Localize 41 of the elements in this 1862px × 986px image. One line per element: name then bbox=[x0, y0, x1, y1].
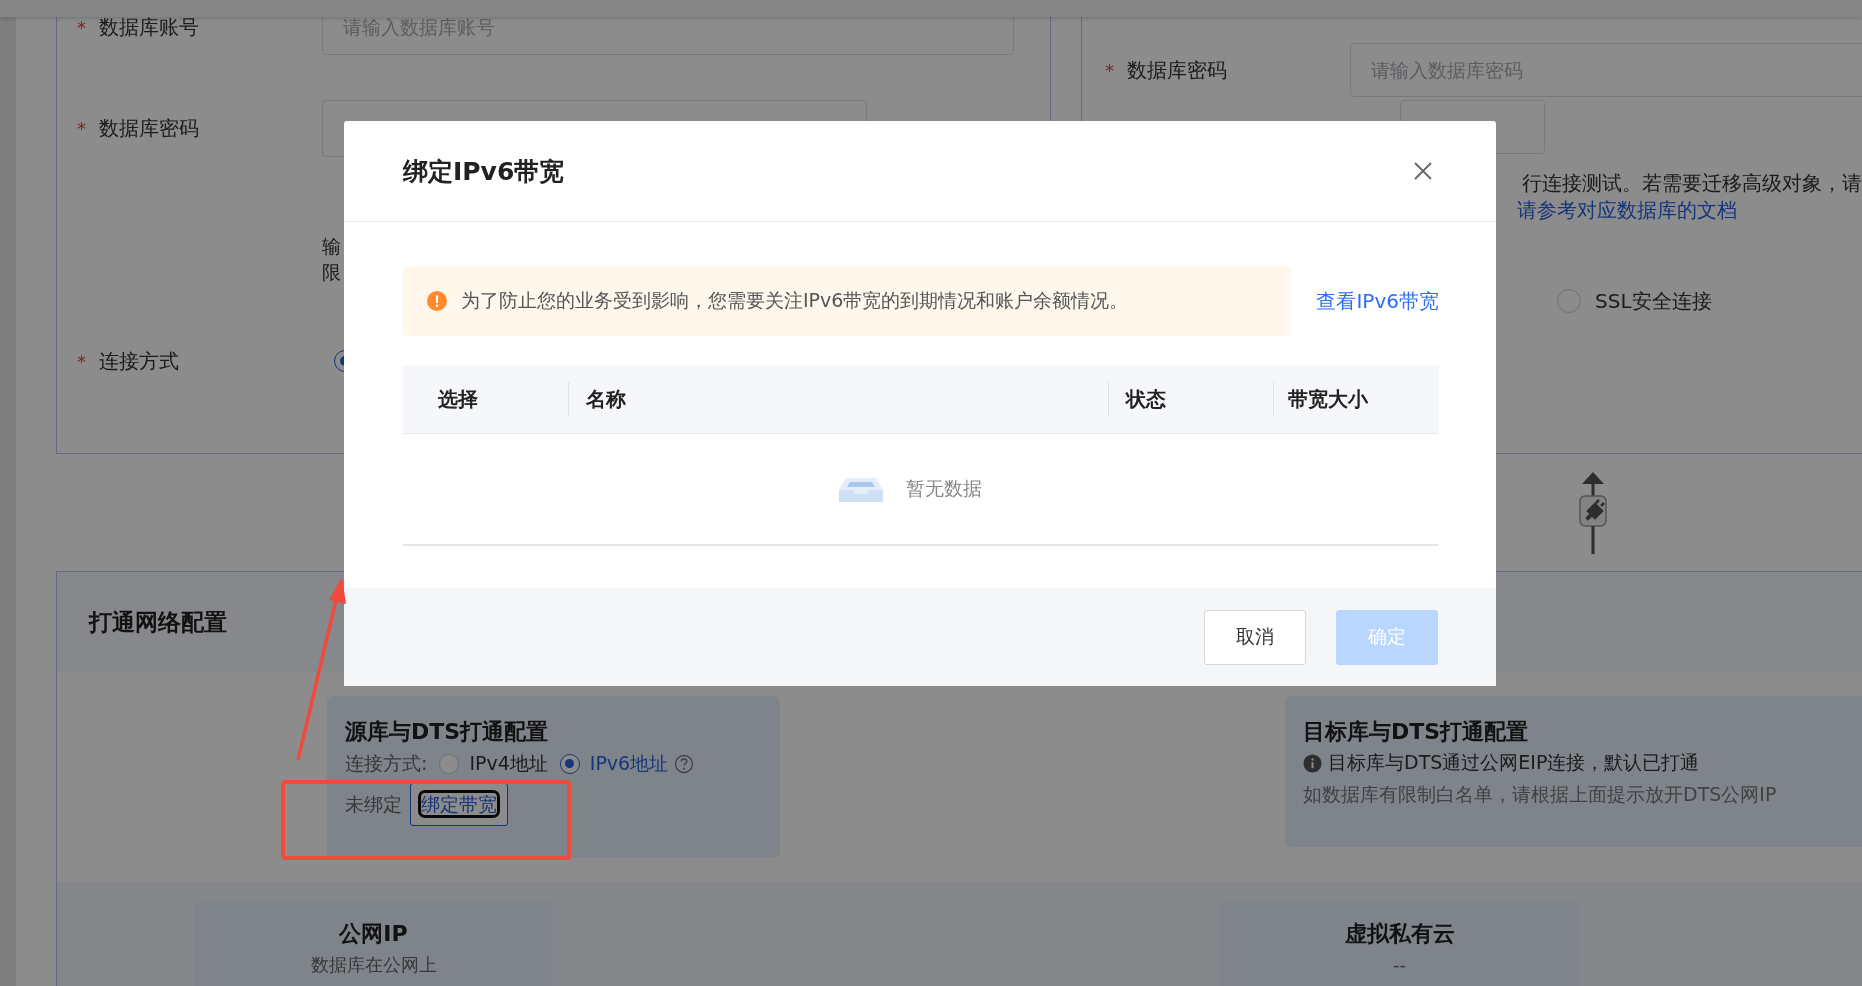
empty-text: 暂无数据 bbox=[906, 476, 982, 501]
plug-icon bbox=[1578, 470, 1608, 556]
hint-text: 限 bbox=[322, 260, 341, 285]
field-label: 数据库密码 bbox=[99, 115, 200, 142]
status-text: 未绑定 bbox=[345, 791, 402, 817]
hint-text: 输 bbox=[322, 234, 341, 259]
cancel-button[interactable]: 取消 bbox=[1204, 609, 1306, 665]
card-title: 源库与DTS打通配置 bbox=[345, 718, 550, 746]
card-title: 公网IP bbox=[339, 920, 408, 948]
access-type-card[interactable]: 公网IP 数据库在公网上 bbox=[194, 901, 553, 986]
alert-text: 为了防止您的业务受到影响，您需要关注IPv6带宽的到期情况和账户余额情况。 bbox=[461, 288, 1129, 313]
close-icon[interactable] bbox=[1413, 161, 1433, 181]
radio-button[interactable] bbox=[559, 754, 580, 774]
section-title: 打通网络配置 bbox=[89, 607, 227, 637]
required-mark: * bbox=[1105, 59, 1115, 81]
access-type-card[interactable]: 虚拟私有云 -- bbox=[1220, 901, 1579, 986]
hint-text: 行连接测试。若需要迁移高级对象，请 bbox=[1522, 170, 1862, 197]
card-title: 目标库与DTS打通配置 bbox=[1303, 718, 1530, 746]
radio-label: IPv4地址 bbox=[469, 751, 548, 776]
note-text: 如数据库有限制白名单，请根据上面提示放开DTS公网IP bbox=[1303, 782, 1778, 807]
card-title: 虚拟私有云 bbox=[1344, 920, 1455, 948]
help-icon[interactable] bbox=[674, 754, 695, 774]
field-label: 数据库账号 bbox=[99, 13, 200, 41]
required-mark: * bbox=[77, 350, 87, 372]
info-icon bbox=[1303, 753, 1322, 773]
doc-link[interactable]: 请参考对应数据库的文档 bbox=[1517, 197, 1737, 224]
warning-icon bbox=[427, 291, 447, 311]
bind-button[interactable]: 绑定带宽 bbox=[410, 783, 508, 826]
required-mark: * bbox=[77, 16, 87, 38]
info-text: 目标库与DTS通过公网EIP连接，默认已打通 bbox=[1328, 750, 1700, 775]
required-mark: * bbox=[77, 118, 87, 139]
field-label: 数据库密码 bbox=[1127, 56, 1228, 84]
field-label: 连接方式 bbox=[99, 347, 180, 375]
radio-label: IPv6地址 bbox=[589, 751, 669, 776]
dialog-title: 绑定IPv6带宽 bbox=[403, 155, 565, 188]
option-label: 连接方式: bbox=[345, 751, 428, 776]
column-header: 选择 bbox=[437, 385, 479, 413]
card-subtitle: -- bbox=[1393, 953, 1406, 977]
card-subtitle: 数据库在公网上 bbox=[310, 953, 437, 977]
view-link[interactable]: 查看IPv6带宽 bbox=[1316, 287, 1439, 315]
radio-label: SSL安全连接 bbox=[1595, 287, 1712, 315]
